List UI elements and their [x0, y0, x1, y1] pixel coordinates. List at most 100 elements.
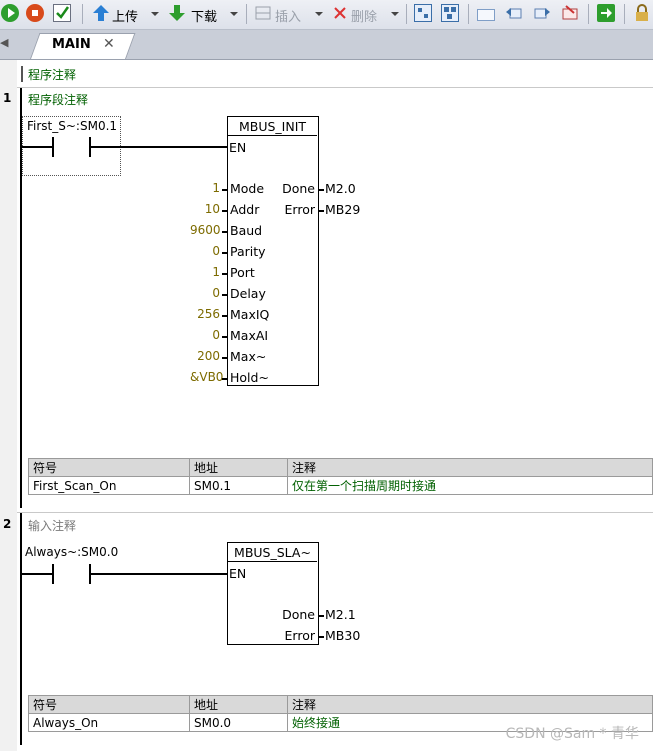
program-comment-marker [21, 66, 23, 82]
input-pin-label: MaxIQ [230, 307, 270, 322]
toolbar-separator [406, 4, 407, 24]
input-pin-label: Parity [230, 244, 266, 259]
go-icon[interactable] [597, 4, 615, 22]
pin-connector [319, 189, 324, 191]
address-cell[interactable]: SM0.0 [189, 713, 288, 732]
output-value[interactable]: M2.0 [325, 181, 356, 196]
upload-button[interactable]: 上传 [112, 6, 138, 25]
pin-connector [222, 315, 227, 317]
en-pin: EN [229, 140, 247, 155]
address-cell[interactable]: SM0.1 [189, 476, 288, 495]
close-icon[interactable]: ✕ [103, 36, 115, 52]
input-value[interactable]: 9600 [190, 223, 221, 237]
pin-connector [222, 273, 227, 275]
symbol-cell[interactable]: First_Scan_On [28, 476, 190, 495]
output-value[interactable]: MB30 [325, 628, 360, 643]
input-value[interactable]: 0 [190, 328, 220, 342]
pin-connector [222, 252, 227, 254]
network-expand-icon[interactable] [441, 4, 459, 22]
input-value[interactable]: 256 [190, 307, 220, 321]
output-pin-label: Error [284, 628, 315, 643]
comment-cell[interactable]: 仅在第一个扫描周期时接通 [287, 476, 653, 495]
pin-connector [319, 636, 324, 638]
input-value[interactable]: 1 [190, 181, 220, 195]
output-pin-label: Done [282, 607, 315, 622]
network-view-icon[interactable] [414, 4, 432, 22]
output-value[interactable]: M2.1 [325, 607, 356, 622]
table-row[interactable]: First_Scan_On SM0.1 仅在第一个扫描周期时接通 [28, 476, 653, 495]
divider [17, 87, 653, 88]
watermark: CSDN @Sam * 青华 [505, 726, 639, 742]
toolbar-separator [624, 4, 625, 24]
compile-icon[interactable] [53, 4, 71, 22]
symbol-cell[interactable]: Always_On [28, 713, 190, 732]
jump-forward-icon[interactable] [533, 4, 551, 22]
tab-scroll-left-icon[interactable]: ◀ [0, 36, 8, 49]
jump-back-icon[interactable] [505, 4, 523, 22]
column-header-comment: 注释 [287, 458, 653, 477]
program-comment[interactable]: 程序注释 [28, 66, 76, 83]
contact-left-bar[interactable] [52, 564, 54, 584]
download-button[interactable]: 下载 [191, 6, 217, 25]
contact-label[interactable]: Always~:SM0.0 [25, 545, 118, 559]
delete-dropdown-icon[interactable] [391, 12, 399, 16]
insert-dropdown-icon[interactable] [315, 12, 323, 16]
input-value[interactable]: &VB0 [190, 370, 223, 384]
input-pin-label: Max~ [230, 349, 267, 364]
column-header-comment: 注释 [287, 695, 653, 714]
toolbar-separator [588, 4, 589, 24]
column-header-symbol: 符号 [28, 695, 190, 714]
column-header-address: 地址 [189, 695, 288, 714]
output-pin-label: Error [284, 202, 315, 217]
input-pin-label: Hold~ [230, 370, 269, 385]
clear-icon[interactable] [561, 4, 579, 22]
network-comment[interactable]: 程序段注释 [28, 91, 88, 108]
delete-button[interactable]: 删除 [351, 6, 377, 25]
rung-wire [22, 146, 52, 148]
input-pin-label: Port [230, 265, 255, 280]
output-value[interactable]: MB29 [325, 202, 360, 217]
upload-dropdown-icon[interactable] [151, 12, 159, 16]
run-icon[interactable] [1, 4, 19, 22]
delete-icon[interactable] [331, 4, 349, 22]
input-value[interactable]: 0 [190, 244, 220, 258]
network-comment[interactable]: 输入注释 [28, 517, 76, 534]
block-title: MBUS_INIT [238, 119, 307, 134]
input-pin-label: Delay [230, 286, 266, 301]
pin-connector [222, 210, 227, 212]
pin-connector [222, 231, 227, 233]
insert-icon[interactable] [254, 4, 272, 22]
input-value[interactable]: 200 [190, 349, 220, 363]
download-icon[interactable] [168, 4, 186, 22]
stop-icon[interactable] [26, 4, 44, 22]
divider [17, 512, 653, 513]
lock-icon[interactable] [633, 4, 651, 22]
insert-button[interactable]: 插入 [275, 6, 301, 25]
network-number: 1 [3, 91, 12, 105]
toolbar-separator [468, 4, 469, 24]
input-pin-label: MaxAI [230, 328, 269, 343]
column-header-address: 地址 [189, 458, 288, 477]
pin-connector [222, 378, 227, 380]
download-dropdown-icon[interactable] [230, 12, 238, 16]
tab-main[interactable]: MAIN [52, 37, 91, 52]
rung-wire [90, 146, 228, 148]
pin-connector [222, 336, 227, 338]
rung-wire [22, 573, 52, 575]
input-value[interactable]: 10 [190, 202, 220, 216]
toolbar-separator [246, 4, 247, 24]
contact-left-bar[interactable] [52, 137, 54, 157]
box-icon[interactable] [477, 9, 495, 21]
toolbar-separator [82, 4, 83, 24]
en-pin: EN [229, 566, 247, 581]
upload-icon[interactable] [92, 4, 110, 22]
network-number: 2 [3, 517, 12, 531]
left-margin [0, 60, 17, 751]
toolbar: 上传 下载 插入 删除 [0, 0, 653, 30]
pin-connector [319, 210, 324, 212]
input-value[interactable]: 0 [190, 286, 220, 300]
block-title: MBUS_SLA~ [234, 545, 311, 560]
input-value[interactable]: 1 [190, 265, 220, 279]
column-header-symbol: 符号 [28, 458, 190, 477]
contact-label[interactable]: First_S~:SM0.1 [27, 119, 117, 133]
